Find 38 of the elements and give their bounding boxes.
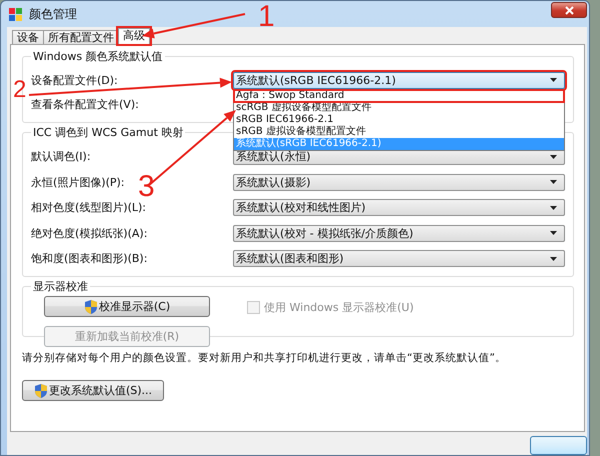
tab[interactable]: 设备	[12, 30, 44, 44]
group-title: 显示器校准	[32, 279, 89, 294]
dropdown-option[interactable]: sRGB 虚拟设备模型配置文件	[234, 126, 564, 138]
caret-icon	[550, 231, 557, 236]
field-label: 设备配置文件(D):	[31, 72, 118, 88]
caret-icon	[550, 256, 557, 261]
info-text: 请分别存储对每个用户的颜色设置。要对新用户和共享打印机进行更改，请单击“更改系统默认值”。	[22, 351, 507, 365]
dropdown-option[interactable]: sRGB IEC61966-2.1	[234, 114, 564, 126]
field-label: 查看条件配置文件(V):	[31, 96, 139, 112]
caret-icon	[550, 180, 557, 184]
tab[interactable]: 高级	[118, 28, 150, 44]
group-title: ICC 调色到 WCS Gamut 映射	[32, 125, 184, 140]
caret-icon	[550, 206, 557, 210]
close-dialog-button[interactable]	[530, 436, 587, 455]
caret-icon	[550, 154, 557, 159]
field-label: 永恒(照片图像)(P):	[31, 174, 125, 190]
dropdown[interactable]: 系统默认(校对 - 模拟纸张/介质颜色)	[233, 224, 565, 242]
dropdown[interactable]: 系统默认(图表和图形)	[233, 250, 565, 268]
window-title: 颜色管理	[29, 6, 77, 22]
dropdown-option[interactable]: Agfa : Swop Standard	[234, 90, 564, 102]
caret-icon	[550, 78, 557, 82]
field-label: 饱和度(图表和图形)(B):	[31, 251, 148, 266]
field-label: 绝对色度(模拟纸张)(A):	[31, 226, 148, 241]
tab[interactable]: 所有配置文件	[43, 30, 119, 44]
calibration-button[interactable]: 校准显示器(C)	[44, 296, 210, 317]
change-defaults-button[interactable]: 更改系统默认值(S)...	[22, 380, 164, 401]
close-icon	[564, 6, 574, 14]
dropdown[interactable]: 系统默认(sRGB IEC61966-2.1)	[233, 72, 565, 88]
field-label: 相对色度(线型图片)(L):	[31, 200, 146, 216]
field-label: 默认调色(I):	[31, 149, 91, 164]
dropdown[interactable]: 系统默认(校对和线性图片)	[233, 199, 565, 216]
group-title: Windows 颜色系统默认值	[32, 49, 164, 64]
close-button[interactable]	[551, 2, 587, 18]
color-app-icon	[8, 6, 23, 22]
annotation-number: 1	[258, 2, 275, 32]
checkbox-label: 使用 Windows 显示器校准(U)	[264, 300, 414, 314]
dropdown[interactable]: 系统默认(摄影)	[233, 174, 565, 191]
annotation-number: 2	[13, 78, 26, 102]
